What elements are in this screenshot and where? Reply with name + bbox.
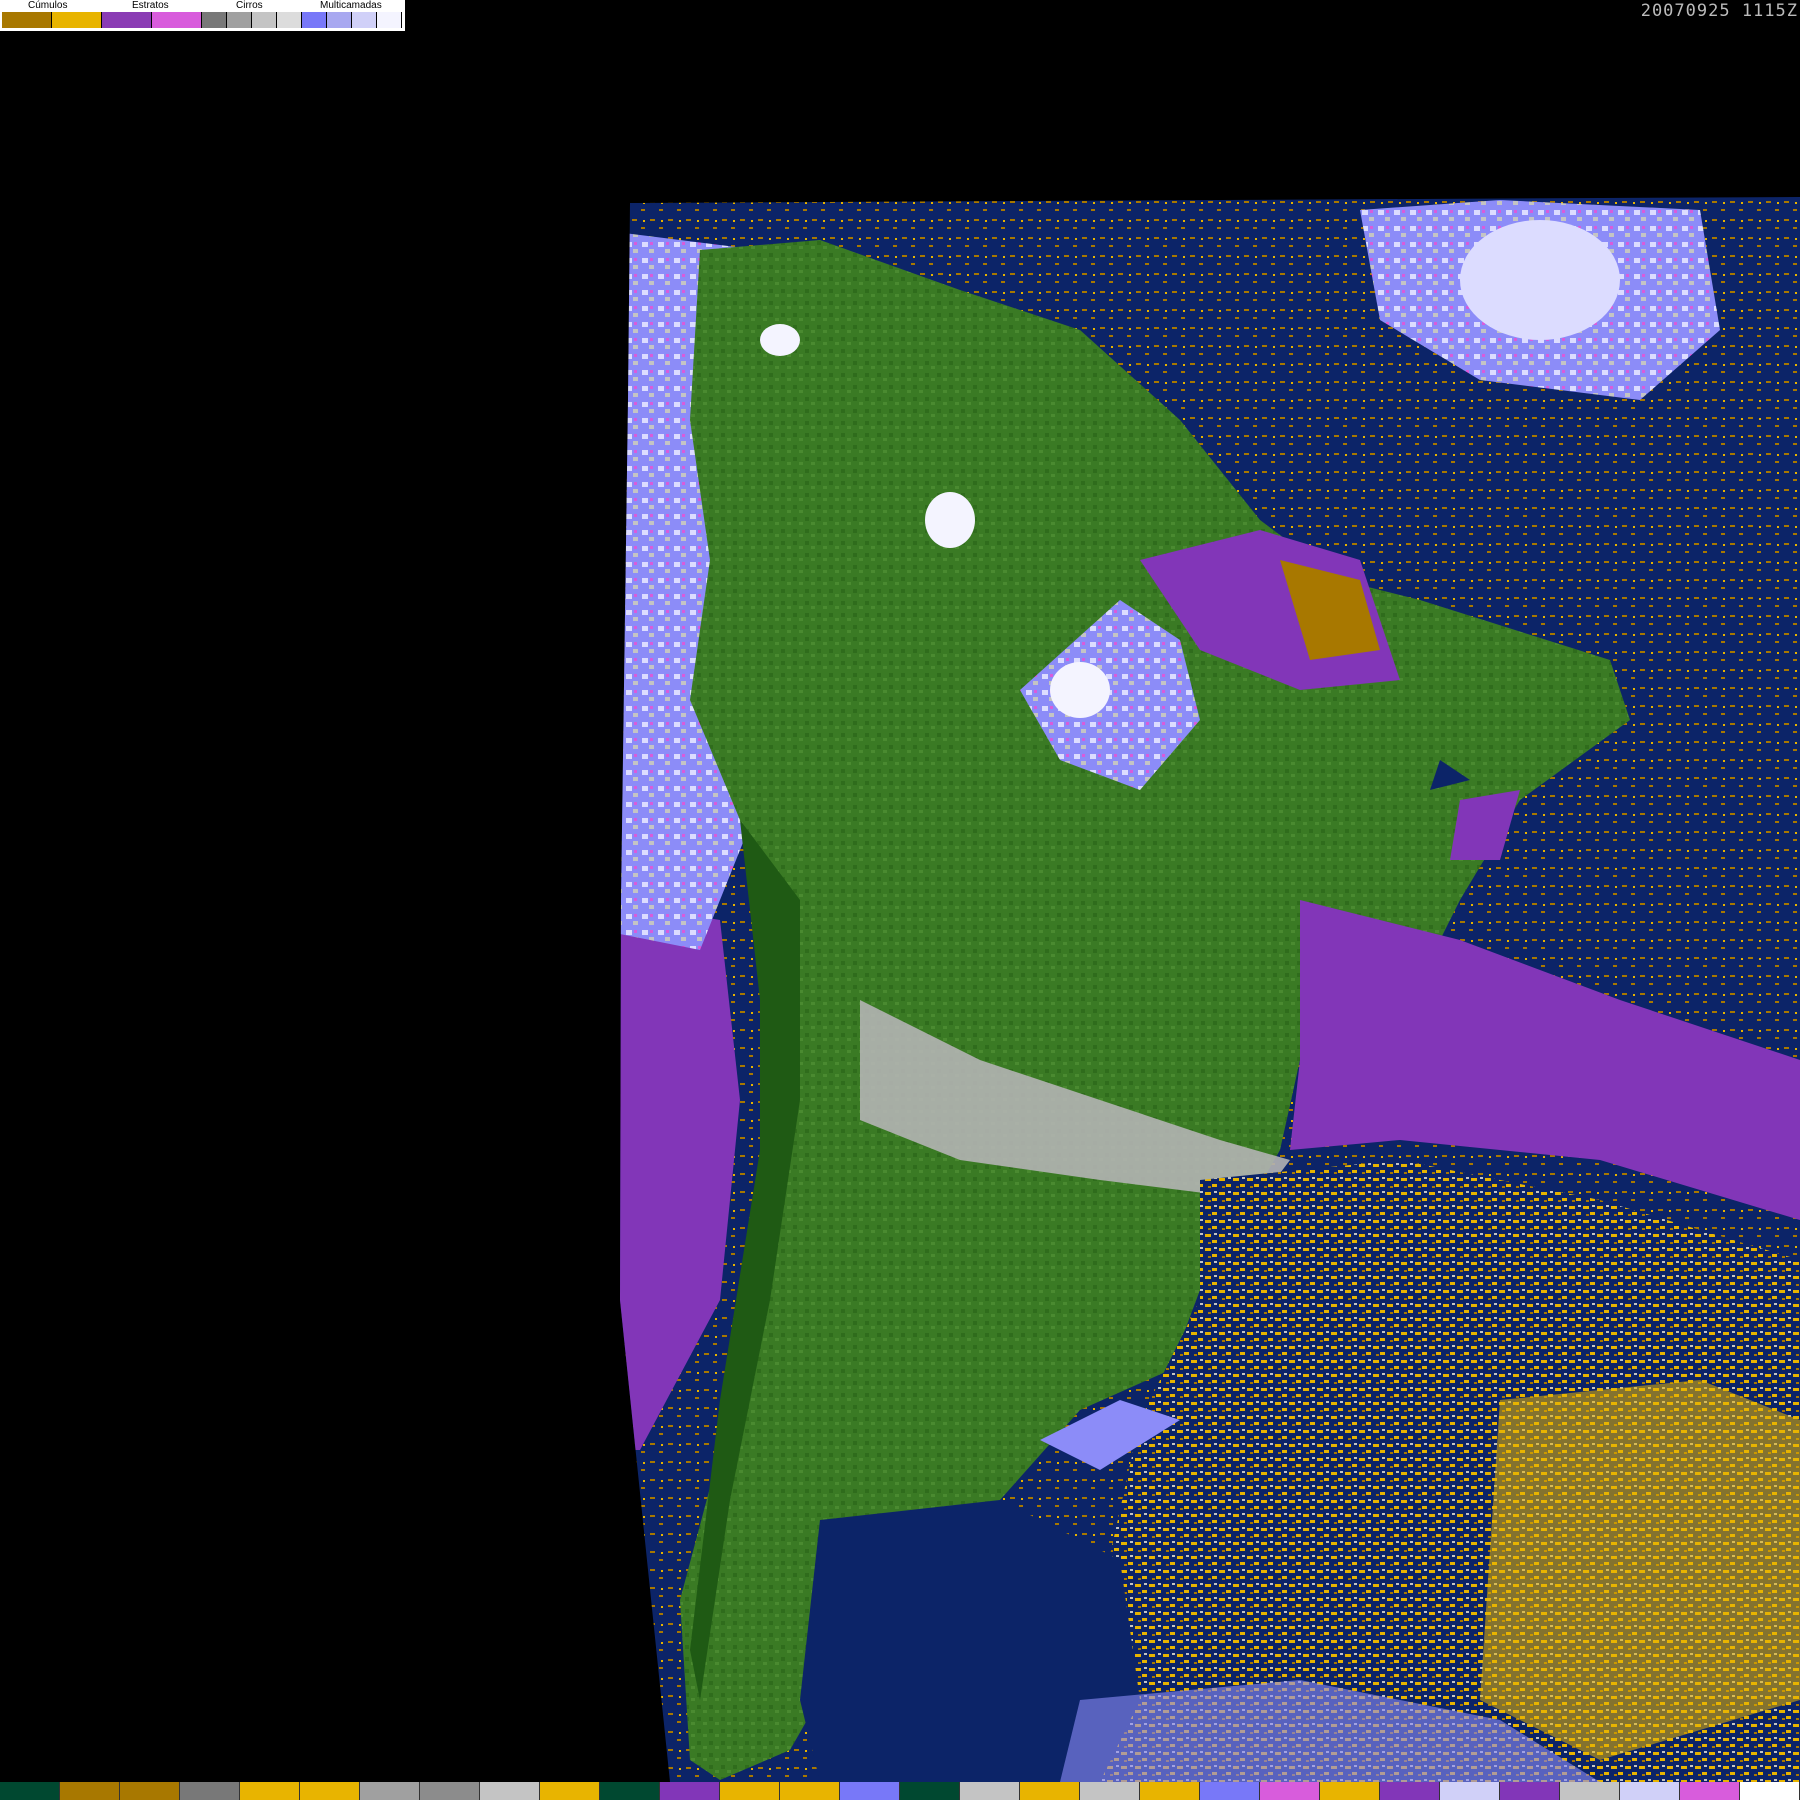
legend-swatch-multicamadas-1 — [302, 12, 327, 28]
bottom-bar-segment — [1560, 1782, 1620, 1800]
legend-label-cumulos: Cúmulos — [28, 0, 68, 11]
legend-label-estratos: Estratos — [132, 0, 169, 11]
bottom-bar-segment — [420, 1782, 480, 1800]
bottom-color-bar — [0, 1782, 1800, 1800]
legend-label-multicamadas: Multicamadas — [320, 0, 382, 11]
bottom-bar-segment — [180, 1782, 240, 1800]
legend-swatch-multicamadas-3 — [352, 12, 377, 28]
legend-swatch-cirros-3 — [252, 12, 277, 28]
bottom-bar-segment — [660, 1782, 720, 1800]
satellite-cloud-classification-image — [620, 197, 1800, 1782]
legend-swatch-cirros-2 — [227, 12, 252, 28]
bottom-bar-segment — [960, 1782, 1020, 1800]
bottom-bar-segment — [900, 1782, 960, 1800]
bottom-bar-segment — [1320, 1782, 1380, 1800]
bottom-bar-segment — [1020, 1782, 1080, 1800]
bottom-bar-segment — [780, 1782, 840, 1800]
bottom-bar-segment — [120, 1782, 180, 1800]
bottom-bar-segment — [1200, 1782, 1260, 1800]
bottom-bar-segment — [1440, 1782, 1500, 1800]
bottom-bar-segment — [1680, 1782, 1740, 1800]
legend-swatch-multicamadas-4 — [377, 12, 402, 28]
cloud-type-legend: Cúmulos Estratos Cirros Multicamadas — [0, 0, 405, 31]
bottom-bar-segment — [1140, 1782, 1200, 1800]
bottom-bar-segment — [540, 1782, 600, 1800]
bottom-bar-segment — [840, 1782, 900, 1800]
bottom-bar-segment — [0, 1782, 60, 1800]
legend-swatch-cirros-4 — [277, 12, 302, 28]
bottom-bar-segment — [1500, 1782, 1560, 1800]
legend-swatch-cumulos-1 — [2, 12, 52, 28]
bottom-bar-segment — [1260, 1782, 1320, 1800]
legend-swatch-estratos-1 — [102, 12, 152, 28]
bottom-bar-segment — [240, 1782, 300, 1800]
bottom-bar-segment — [1740, 1782, 1800, 1800]
bottom-bar-segment — [1620, 1782, 1680, 1800]
legend-swatch-estratos-2 — [152, 12, 202, 28]
legend-swatch-cirros-1 — [202, 12, 227, 28]
legend-swatch-multicamadas-2 — [327, 12, 352, 28]
image-timestamp: 20070925 1115Z — [1640, 1, 1798, 21]
bottom-bar-segment — [600, 1782, 660, 1800]
bottom-bar-segment — [720, 1782, 780, 1800]
bottom-bar-segment — [300, 1782, 360, 1800]
bottom-bar-segment — [1080, 1782, 1140, 1800]
bottom-bar-segment — [360, 1782, 420, 1800]
bottom-bar-segment — [60, 1782, 120, 1800]
legend-swatch-cumulos-2 — [52, 12, 102, 28]
bottom-bar-segment — [480, 1782, 540, 1800]
legend-label-cirros: Cirros — [236, 0, 263, 11]
bottom-bar-segment — [1380, 1782, 1440, 1800]
